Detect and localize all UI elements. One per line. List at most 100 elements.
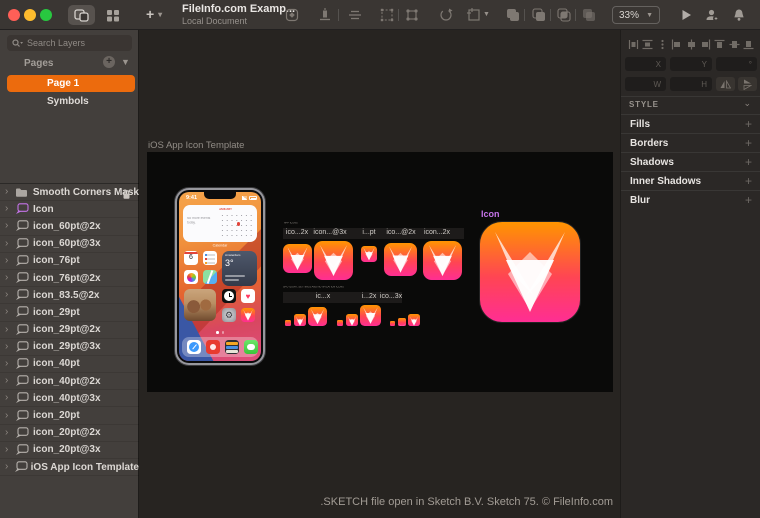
layer-row[interactable]: › icon_76pt@2x [0, 270, 139, 288]
layer-row[interactable]: › icon_40pt@2x [0, 373, 139, 391]
disclosure-icon[interactable]: › [5, 255, 15, 266]
layer-row[interactable]: › icon_29pt@2x [0, 322, 139, 339]
app-icon-instance[interactable] [346, 314, 358, 326]
disclosure-icon[interactable]: › [5, 221, 15, 231]
notifications-icon[interactable] [731, 7, 747, 23]
height-field[interactable]: H [670, 77, 712, 91]
play-icon[interactable] [678, 7, 694, 23]
app-icon-instance[interactable] [308, 307, 327, 326]
search-layers-field[interactable]: Search Layers [7, 35, 132, 51]
layer-row[interactable]: › icon_40pt@3x [0, 390, 139, 408]
align-top-icon[interactable] [714, 37, 725, 55]
flip-vertical-button[interactable] [738, 77, 757, 91]
account-icon[interactable] [704, 7, 720, 23]
layer-label[interactable]: i...2x [362, 293, 377, 300]
layer-row[interactable]: › icon_20pt [0, 407, 139, 425]
rotation-field[interactable]: ° [716, 57, 757, 71]
add-inner-shadows-button[interactable]: + [745, 174, 752, 188]
union-icon[interactable] [505, 7, 521, 23]
layer-label[interactable]: ico...2x [286, 229, 308, 236]
align-left-icon[interactable] [671, 37, 682, 55]
layer-row[interactable]: › icon_20pt@2x [0, 425, 139, 442]
page-item-symbols[interactable]: Symbols [7, 93, 135, 110]
app-icon-instance[interactable] [398, 318, 406, 326]
artboard[interactable]: 9:41 No more events today. JANUARY Calen… [147, 152, 613, 392]
page-item-page-1[interactable]: Page 1 [7, 75, 135, 92]
app-icon-instance[interactable] [423, 241, 462, 280]
app-icon-instance[interactable] [360, 305, 381, 326]
disclosure-icon[interactable]: › [5, 290, 15, 300]
flip-horizontal-button[interactable] [716, 77, 735, 91]
app-icon-instance[interactable] [384, 243, 417, 276]
disclosure-icon[interactable]: › [5, 427, 15, 438]
layer-row[interactable]: › Icon [0, 201, 139, 219]
close-button[interactable] [8, 9, 20, 21]
disclosure-icon[interactable]: › [5, 376, 15, 386]
transform-icon[interactable] [404, 7, 420, 23]
layer-row[interactable]: › icon_83.5@2x [0, 287, 139, 305]
layer-row[interactable]: › icon_29pt [0, 304, 139, 322]
align-right-icon[interactable] [700, 37, 711, 55]
app-icon-instance[interactable] [294, 314, 306, 326]
align-bottom-icon[interactable] [743, 37, 754, 55]
layer-label[interactable]: ic...x [316, 293, 330, 300]
collapse-pages-icon[interactable]: ▼ [121, 57, 130, 67]
disclosure-icon[interactable]: › [5, 187, 15, 197]
symbol-diamond-icon[interactable] [284, 7, 300, 23]
align-middle-vertical-icon[interactable] [729, 37, 740, 55]
layer-row[interactable]: › iOS App Icon Template [0, 459, 139, 477]
disclosure-icon[interactable]: › [5, 358, 15, 369]
layer-label[interactable]: icon...@3x [313, 229, 346, 236]
app-icon-instance[interactable] [314, 241, 353, 280]
disclosure-icon[interactable]: › [5, 393, 15, 403]
toggle-left-panels-button[interactable] [68, 5, 95, 25]
insert-button[interactable]: + ▾ [146, 6, 162, 22]
canvas[interactable]: iOS App Icon Template 9:41 No more event… [140, 30, 619, 518]
intersect-icon[interactable] [556, 7, 572, 23]
y-position-field[interactable]: Y [670, 57, 712, 71]
zoom-level-dropdown[interactable]: 33% ▼ [612, 6, 660, 24]
app-icon-instance[interactable] [390, 321, 395, 326]
disclosure-icon[interactable]: › [5, 410, 15, 421]
disclosure-icon[interactable]: › [5, 307, 15, 317]
layer-row[interactable]: › icon_20pt@3x [0, 442, 139, 459]
layer-row[interactable]: › icon_60pt@3x [0, 236, 139, 253]
disclosure-icon[interactable]: › [5, 204, 15, 214]
minimize-button[interactable] [24, 9, 36, 21]
difference-icon[interactable] [581, 7, 597, 23]
app-icon-instance[interactable] [283, 244, 312, 273]
layer-row[interactable]: › icon_76pt [0, 253, 139, 270]
more-options-icon[interactable] [657, 37, 668, 55]
app-icon-instance[interactable] [361, 246, 377, 262]
frame-icon[interactable]: ▼ [466, 7, 490, 23]
add-shadows-button[interactable]: + [745, 155, 752, 169]
disclosure-icon[interactable]: › [5, 238, 15, 249]
add-page-button[interactable]: + [103, 56, 115, 68]
layer-label[interactable]: i...pt [362, 229, 375, 236]
layer-row[interactable]: › icon_40pt [0, 356, 139, 374]
zoom-window-button[interactable] [40, 9, 52, 21]
layer-label[interactable]: ico...@2x [386, 229, 415, 236]
layer-row[interactable]: › icon_29pt@3x [0, 339, 139, 356]
layer-row[interactable]: › Smooth Corners Mask [0, 184, 139, 202]
distribute-icon[interactable] [347, 7, 363, 23]
app-icon-instance[interactable] [337, 320, 343, 326]
app-icon-instance[interactable] [408, 314, 420, 326]
disclosure-icon[interactable]: › [5, 324, 15, 335]
align-layer-icon[interactable] [317, 7, 333, 23]
chevron-down-icon[interactable]: ⌄ [743, 98, 751, 109]
disclosure-icon[interactable]: › [5, 462, 14, 472]
layer-label[interactable]: ico...3x [380, 293, 402, 300]
add-fills-button[interactable]: + [745, 117, 752, 131]
disclosure-icon[interactable]: › [5, 273, 15, 283]
app-icon-instance[interactable] [285, 320, 291, 326]
add-blur-button[interactable]: + [745, 193, 752, 207]
distribute-vertical-icon[interactable] [642, 37, 653, 55]
disclosure-icon[interactable]: › [5, 444, 15, 455]
toggle-right-panels-button[interactable] [99, 5, 126, 25]
layer-label[interactable]: icon...2x [424, 229, 450, 236]
disclosure-icon[interactable]: › [5, 341, 15, 352]
rotate-copies-icon[interactable] [438, 7, 454, 23]
width-field[interactable]: W [625, 77, 666, 91]
distribute-horizontal-icon[interactable] [628, 37, 639, 55]
